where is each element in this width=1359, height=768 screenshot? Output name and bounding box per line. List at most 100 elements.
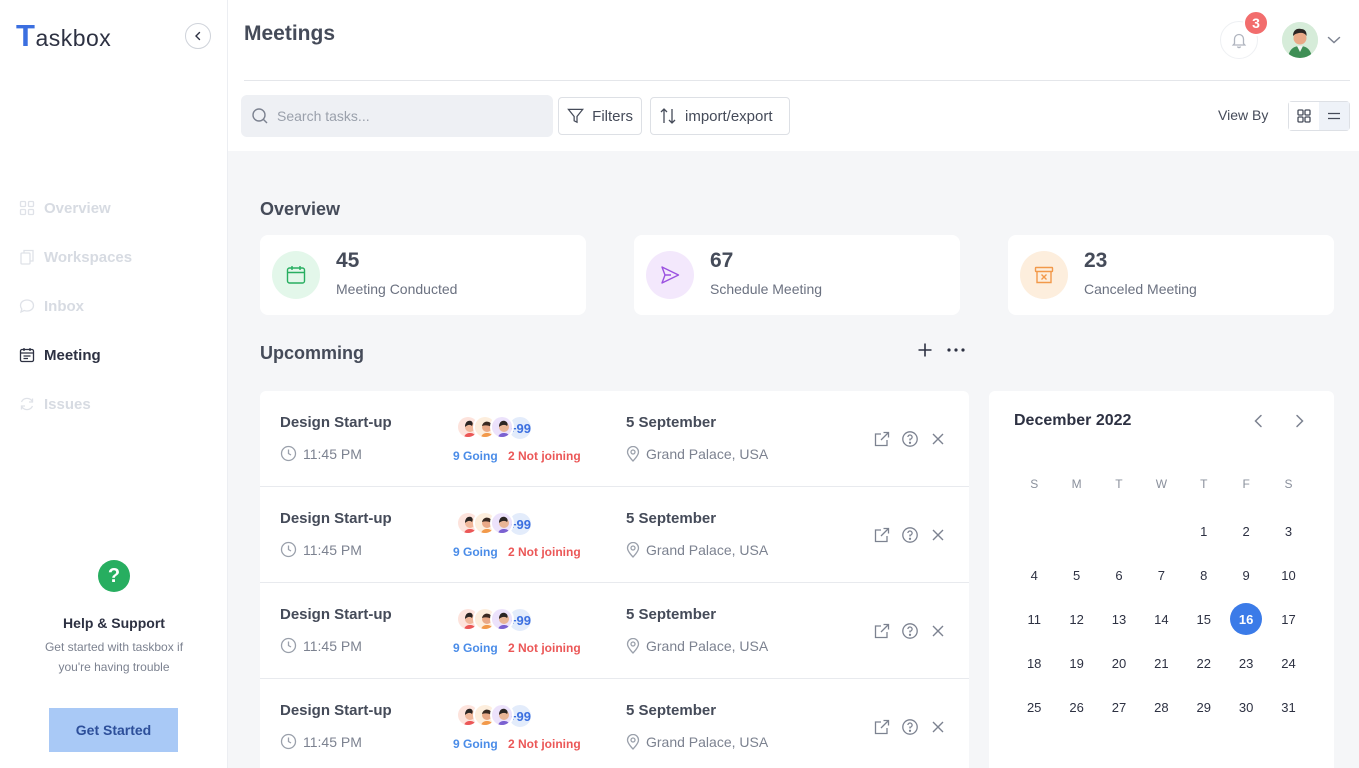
- external-edit-icon: [874, 431, 890, 447]
- meeting-row[interactable]: Design Start-up 11:45 PM +99 9 Going 2 N…: [260, 583, 969, 679]
- meeting-time: 11:45 PM: [280, 733, 362, 750]
- search-icon: [252, 108, 268, 124]
- calendar-day[interactable]: 15: [1183, 597, 1225, 641]
- calendar-day-number: 22: [1196, 655, 1211, 671]
- meeting-info-button[interactable]: [900, 429, 920, 449]
- import-export-button[interactable]: import/export: [650, 97, 790, 135]
- meeting-info-button[interactable]: [900, 525, 920, 545]
- calendar-day[interactable]: 3: [1267, 509, 1309, 553]
- user-avatar[interactable]: [1282, 22, 1318, 58]
- sidebar-item-meeting[interactable]: Meeting: [18, 345, 132, 365]
- calendar-day[interactable]: 5: [1055, 553, 1097, 597]
- calendar-day[interactable]: 9: [1225, 553, 1267, 597]
- close-icon: [932, 433, 944, 445]
- account-menu-chevron[interactable]: [1326, 32, 1342, 53]
- sidebar-item-inbox[interactable]: Inbox: [18, 296, 132, 316]
- not-joining-count: 2 Not joining: [508, 641, 581, 655]
- sidebar-item-issues[interactable]: Issues: [18, 394, 132, 414]
- calendar-day[interactable]: 13: [1098, 597, 1140, 641]
- meeting-info-button[interactable]: [900, 621, 920, 641]
- calendar-day[interactable]: 28: [1140, 685, 1182, 729]
- edit-meeting-button[interactable]: [872, 621, 892, 641]
- calendar-day[interactable]: 19: [1055, 641, 1097, 685]
- calendar-day-number: 31: [1281, 699, 1296, 715]
- attendee-avatar: [490, 607, 514, 631]
- edit-meeting-button[interactable]: [872, 429, 892, 449]
- meeting-row[interactable]: Design Start-up 11:45 PM +99 9 Going 2 N…: [260, 391, 969, 487]
- meeting-title: Design Start-up: [280, 510, 392, 527]
- list-view-button[interactable]: [1319, 102, 1349, 130]
- going-count: 9 Going: [453, 737, 498, 751]
- sidebar-item-workspaces[interactable]: Workspaces: [18, 247, 132, 267]
- calendar-day[interactable]: 17: [1267, 597, 1309, 641]
- weekday-label: F: [1242, 477, 1250, 491]
- calendar-day-selected[interactable]: 16: [1225, 597, 1267, 641]
- calendar-day-number: 16: [1230, 603, 1263, 635]
- calendar-day[interactable]: 25: [1013, 685, 1055, 729]
- previous-month-button[interactable]: [1251, 413, 1267, 434]
- calendar-day[interactable]: 4: [1013, 553, 1055, 597]
- calendar-day[interactable]: 30: [1225, 685, 1267, 729]
- add-meeting-button[interactable]: [916, 341, 934, 359]
- calendar-day-number: 12: [1069, 611, 1084, 627]
- meeting-time-text: 11:45 PM: [303, 637, 362, 654]
- grid-view-button[interactable]: [1289, 102, 1319, 130]
- stat-card-scheduled: 67 Schedule Meeting: [634, 235, 960, 315]
- calendar-day[interactable]: 2: [1225, 509, 1267, 553]
- calendar-day[interactable]: 14: [1140, 597, 1182, 641]
- calendar-day-number: 9: [1242, 567, 1250, 583]
- app-logo[interactable]: Taskbox: [16, 18, 111, 54]
- calendar-day-number: 24: [1281, 655, 1296, 671]
- attendee-avatars[interactable]: +99: [456, 607, 533, 633]
- logo-text: askbox: [35, 25, 112, 51]
- calendar-day[interactable]: 21: [1140, 641, 1182, 685]
- close-icon: [932, 721, 944, 733]
- calendar-day[interactable]: 27: [1098, 685, 1140, 729]
- calendar-day[interactable]: 18: [1013, 641, 1055, 685]
- search-box: [241, 95, 553, 137]
- map-pin-icon: [626, 734, 640, 750]
- edit-meeting-button[interactable]: [872, 525, 892, 545]
- calendar-day[interactable]: 11: [1013, 597, 1055, 641]
- sidebar-item-overview[interactable]: Overview: [18, 198, 132, 218]
- calendar-day[interactable]: 1: [1183, 509, 1225, 553]
- clock-icon: [280, 541, 297, 558]
- filters-button[interactable]: Filters: [558, 97, 642, 135]
- get-started-button[interactable]: Get Started: [49, 708, 178, 752]
- remove-meeting-button[interactable]: [928, 525, 948, 545]
- meeting-time-text: 11:45 PM: [303, 733, 362, 750]
- calendar-day[interactable]: 20: [1098, 641, 1140, 685]
- calendar-day[interactable]: 23: [1225, 641, 1267, 685]
- calendar-day[interactable]: 12: [1055, 597, 1097, 641]
- attendee-avatars[interactable]: +99: [456, 415, 533, 441]
- help-title: Help & Support: [63, 615, 165, 631]
- next-month-button[interactable]: [1291, 413, 1307, 434]
- attendee-avatars[interactable]: +99: [456, 511, 533, 537]
- meeting-info-button[interactable]: [900, 717, 920, 737]
- remove-meeting-button[interactable]: [928, 717, 948, 737]
- calendar-day[interactable]: 29: [1183, 685, 1225, 729]
- calendar-day[interactable]: 7: [1140, 553, 1182, 597]
- remove-meeting-button[interactable]: [928, 429, 948, 449]
- edit-meeting-button[interactable]: [872, 717, 892, 737]
- calendar-day[interactable]: 6: [1098, 553, 1140, 597]
- attendee-avatars[interactable]: +99: [456, 703, 533, 729]
- stat-card-canceled: 23 Canceled Meeting: [1008, 235, 1334, 315]
- calendar-day[interactable]: 26: [1055, 685, 1097, 729]
- calendar-day[interactable]: 24: [1267, 641, 1309, 685]
- calendar-day-number: 21: [1154, 655, 1169, 671]
- meeting-time: 11:45 PM: [280, 637, 362, 654]
- calendar-day[interactable]: 10: [1267, 553, 1309, 597]
- sidebar-item-label: Inbox: [44, 297, 84, 315]
- calendar-day[interactable]: 22: [1183, 641, 1225, 685]
- search-input[interactable]: [277, 108, 537, 124]
- calendar-day[interactable]: 8: [1183, 553, 1225, 597]
- calendar-day-number: 13: [1111, 611, 1127, 627]
- more-options-button[interactable]: [946, 341, 966, 359]
- calendar-day[interactable]: 31: [1267, 685, 1309, 729]
- collapse-sidebar-button[interactable]: [185, 23, 211, 49]
- external-edit-icon: [874, 527, 890, 543]
- meeting-row[interactable]: Design Start-up 11:45 PM +99 9 Going 2 N…: [260, 679, 969, 768]
- meeting-row[interactable]: Design Start-up 11:45 PM +99 9 Going 2 N…: [260, 487, 969, 583]
- remove-meeting-button[interactable]: [928, 621, 948, 641]
